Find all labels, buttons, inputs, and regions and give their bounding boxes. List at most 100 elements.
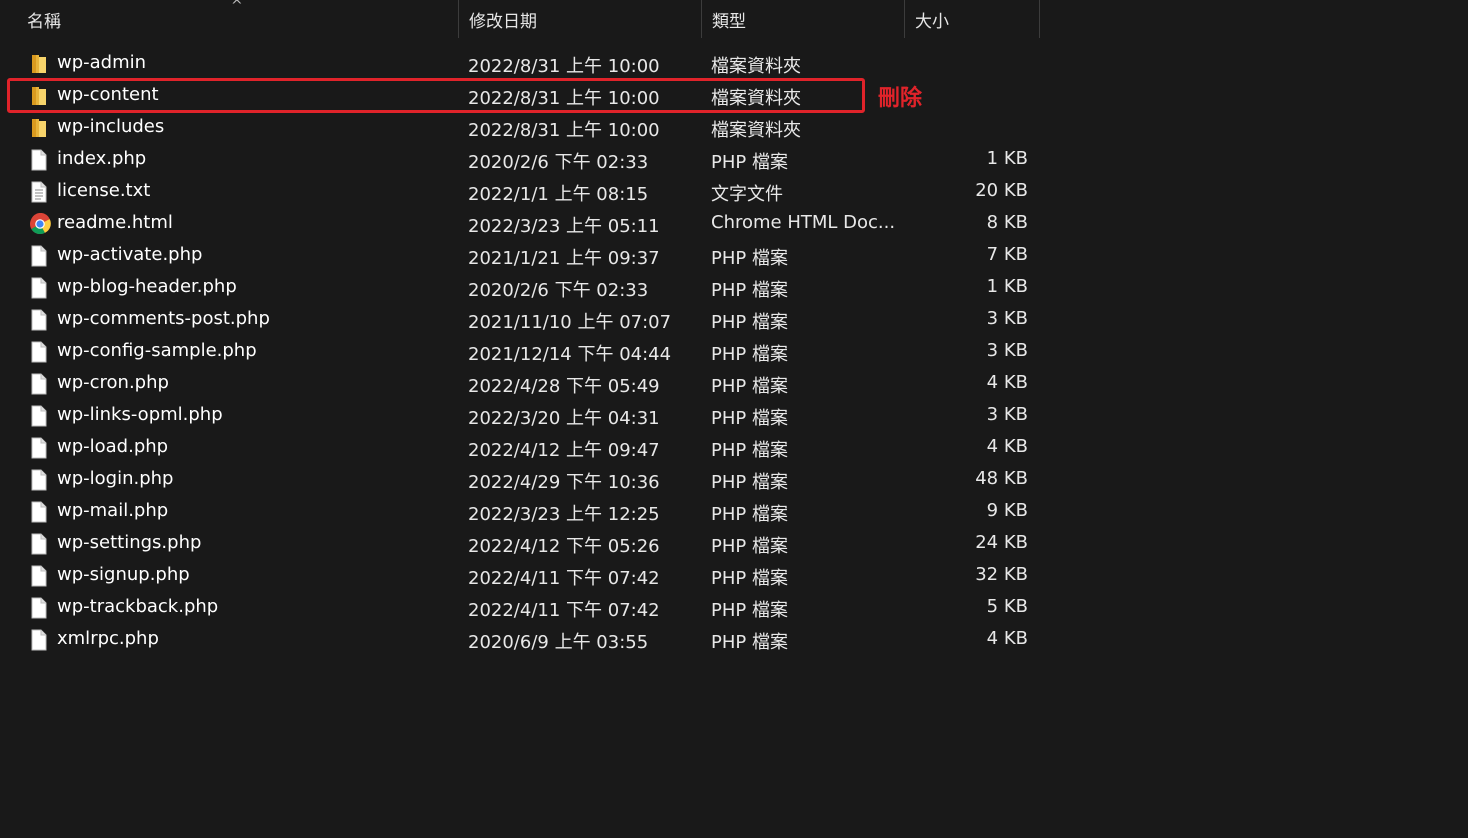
file-row[interactable]: wp-blog-header.php 2020/2/6 下午 02:33 PHP 檔… [0, 272, 1468, 304]
file-row[interactable]: wp-load.php 2022/4/12 上午 09:47 PHP 檔案 4 KB [0, 432, 1468, 464]
file-modified-date: 2022/4/11 下午 07:42 [468, 600, 660, 621]
file-name: wp-activate.php [57, 244, 203, 265]
file-icon [29, 437, 49, 459]
file-modified-date: 2022/3/23 上午 12:25 [468, 504, 660, 525]
file-type: PHP 檔案 [711, 376, 788, 397]
file-type: PHP 檔案 [711, 408, 788, 429]
file-name: wp-links-opml.php [57, 404, 223, 425]
file-modified-date: 2022/4/12 下午 05:26 [468, 536, 660, 557]
file-size: 1 KB [986, 276, 1028, 297]
file-icon [29, 309, 49, 331]
column-header-date[interactable]: 修改日期 [459, 0, 702, 38]
folder-icon [29, 117, 49, 139]
file-row[interactable]: wp-activate.php 2021/1/21 上午 09:37 PHP 檔案 7… [0, 240, 1468, 272]
file-type: 文字文件 [711, 184, 783, 205]
file-modified-date: 2022/4/12 上午 09:47 [468, 440, 660, 461]
file-row[interactable]: index.php 2020/2/6 下午 02:33 PHP 檔案 1 KB [0, 144, 1468, 176]
file-type: PHP 檔案 [711, 344, 788, 365]
file-name: readme.html [57, 212, 173, 233]
file-modified-date: 2021/1/21 上午 09:37 [468, 248, 660, 269]
file-icon [29, 405, 49, 427]
file-row[interactable]: wp-trackback.php 2022/4/11 下午 07:42 PHP 檔案… [0, 592, 1468, 624]
column-header-name-label: 名稱 [27, 11, 61, 32]
file-row[interactable]: wp-mail.php 2022/3/23 上午 12:25 PHP 檔案 9 KB [0, 496, 1468, 528]
file-size: 4 KB [986, 436, 1028, 457]
file-modified-date: 2022/4/11 下午 07:42 [468, 568, 660, 589]
column-header-type-label: 類型 [712, 11, 746, 32]
file-type: PHP 檔案 [711, 280, 788, 301]
file-row[interactable]: wp-cron.php 2022/4/28 下午 05:49 PHP 檔案 4 KB [0, 368, 1468, 400]
file-icon [29, 597, 49, 619]
text-file-icon [29, 181, 49, 203]
file-type: 檔案資料夾 [711, 120, 801, 141]
file-size: 3 KB [986, 340, 1028, 361]
file-name: wp-signup.php [57, 564, 190, 585]
file-row[interactable]: wp-login.php 2022/4/29 下午 10:36 PHP 檔案 48 K… [0, 464, 1468, 496]
file-icon [29, 629, 49, 651]
file-row[interactable]: wp-includes 2022/8/31 上午 10:00 檔案資料夾 [0, 112, 1468, 144]
file-row[interactable]: wp-comments-post.php 2021/11/10 上午 07:07 P… [0, 304, 1468, 336]
file-modified-date: 2020/2/6 下午 02:33 [468, 152, 649, 173]
file-icon [29, 469, 49, 491]
file-size: 32 KB [975, 564, 1028, 585]
file-modified-date: 2022/4/28 下午 05:49 [468, 376, 660, 397]
delete-annotation: 刪除 [878, 85, 923, 111]
file-row[interactable]: wp-config-sample.php 2021/12/14 下午 04:44 P… [0, 336, 1468, 368]
file-row[interactable]: xmlrpc.php 2020/6/9 上午 03:55 PHP 檔案 4 KB [0, 624, 1468, 656]
file-size: 9 KB [986, 500, 1028, 521]
file-modified-date: 2022/8/31 上午 10:00 [468, 120, 660, 141]
file-name: wp-comments-post.php [57, 308, 270, 329]
sort-ascending-icon: ^ [231, 0, 243, 14]
file-size: 3 KB [986, 308, 1028, 329]
file-row[interactable]: wp-settings.php 2022/4/12 下午 05:26 PHP 檔案 2… [0, 528, 1468, 560]
file-type: PHP 檔案 [711, 536, 788, 557]
file-size: 4 KB [986, 628, 1028, 649]
file-size: 8 KB [986, 212, 1028, 233]
file-row[interactable]: wp-signup.php 2022/4/11 下午 07:42 PHP 檔案 32 … [0, 560, 1468, 592]
file-type: 檔案資料夾 [711, 56, 801, 77]
file-icon [29, 245, 49, 267]
file-row[interactable]: wp-links-opml.php 2022/3/20 上午 04:31 PHP 檔… [0, 400, 1468, 432]
file-name: xmlrpc.php [57, 628, 159, 649]
file-name: wp-includes [57, 116, 165, 137]
file-name: wp-load.php [57, 436, 169, 457]
file-row[interactable]: license.txt 2022/1/1 上午 08:15 文字文件 20 KB [0, 176, 1468, 208]
file-name: wp-config-sample.php [57, 340, 257, 361]
file-modified-date: 2022/4/29 下午 10:36 [468, 472, 660, 493]
file-type: PHP 檔案 [711, 504, 788, 525]
file-type: PHP 檔案 [711, 440, 788, 461]
file-row[interactable]: wp-admin 2022/8/31 上午 10:00 檔案資料夾 [0, 48, 1468, 80]
file-size: 5 KB [986, 596, 1028, 617]
file-type: PHP 檔案 [711, 568, 788, 589]
column-header-size-label: 大小 [915, 11, 949, 32]
file-modified-date: 2022/8/31 上午 10:00 [468, 56, 660, 77]
file-size: 4 KB [986, 372, 1028, 393]
file-icon [29, 341, 49, 363]
file-name: wp-mail.php [57, 500, 169, 521]
column-header-bar: 名稱 ^ 修改日期 類型 大小 [0, 0, 1468, 38]
file-explorer: 名稱 ^ 修改日期 類型 大小 wp-admin 2022/8/31 上午 10:… [0, 0, 1468, 838]
file-modified-date: 2020/2/6 下午 02:33 [468, 280, 649, 301]
file-modified-date: 2022/3/20 上午 04:31 [468, 408, 660, 429]
file-modified-date: 2021/11/10 上午 07:07 [468, 312, 672, 333]
file-icon [29, 277, 49, 299]
file-row[interactable]: readme.html 2022/3/23 上午 05:11 Chrome HTML… [0, 208, 1468, 240]
file-type: Chrome HTML Doc... [711, 212, 896, 233]
file-name: wp-cron.php [57, 372, 169, 393]
chrome-icon [29, 212, 51, 235]
file-modified-date: 2020/6/9 上午 03:55 [468, 632, 649, 653]
file-icon [29, 501, 49, 523]
file-size: 24 KB [975, 532, 1028, 553]
file-icon [29, 149, 49, 171]
file-icon [29, 373, 49, 395]
file-name: wp-admin [57, 52, 147, 73]
file-type: PHP 檔案 [711, 600, 788, 621]
file-name: wp-login.php [57, 468, 174, 489]
file-size: 7 KB [986, 244, 1028, 265]
column-header-type[interactable]: 類型 [702, 0, 905, 38]
column-header-size[interactable]: 大小 [905, 0, 1040, 38]
file-icon [29, 533, 49, 555]
file-type: PHP 檔案 [711, 472, 788, 493]
column-header-date-label: 修改日期 [469, 11, 537, 32]
file-type: PHP 檔案 [711, 632, 788, 653]
